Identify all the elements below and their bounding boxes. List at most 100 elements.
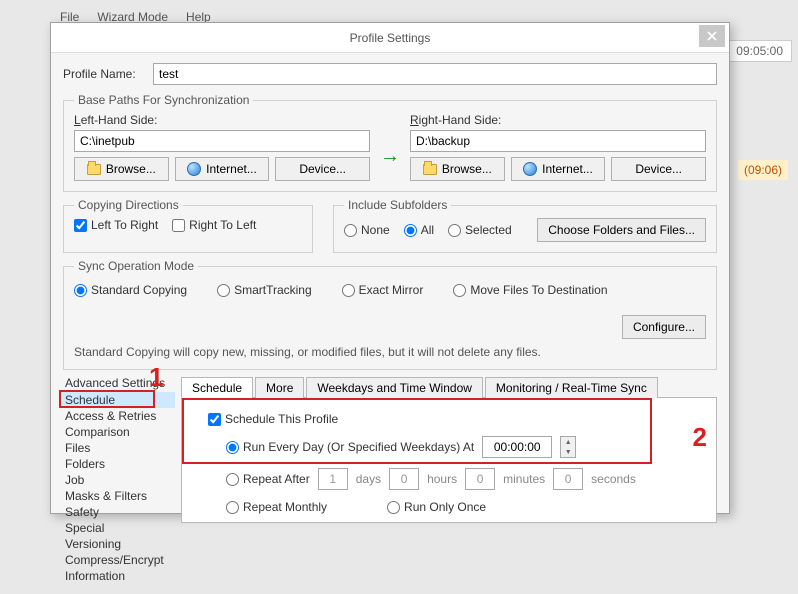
spin-up-icon[interactable]: ▲ xyxy=(561,437,575,447)
bg-clock: 09:05:00 xyxy=(727,40,792,62)
rtl-label: Right To Left xyxy=(189,218,256,232)
configure-button[interactable]: Configure... xyxy=(622,315,706,339)
sync-mode-note: Standard Copying will copy new, missing,… xyxy=(74,345,706,359)
spin-down-icon[interactable]: ▼ xyxy=(561,447,575,457)
schedule-enable-checkbox[interactable]: Schedule This Profile xyxy=(208,412,338,426)
tree-item-access-retries[interactable]: Access & Retries xyxy=(63,408,175,424)
schedule-panel: Schedule This Profile Run Every Day (Or … xyxy=(181,398,717,523)
left-to-right-checkbox[interactable]: Left To Right xyxy=(74,218,158,232)
tree-item-safety[interactable]: Safety xyxy=(63,504,175,520)
run-once-label: Run Only Once xyxy=(404,500,486,514)
tree-item-special[interactable]: Special xyxy=(63,520,175,536)
right-internet-button[interactable]: Internet... xyxy=(511,157,606,181)
include-subfolders-group: Include Subfolders None All Selected Cho… xyxy=(333,198,717,253)
subfolders-all-radio[interactable]: All xyxy=(404,223,434,237)
minutes-unit: minutes xyxy=(503,472,545,486)
tab-schedule[interactable]: Schedule xyxy=(181,377,253,398)
repeat-after-label: Repeat After xyxy=(243,472,310,486)
subfolders-none-radio[interactable]: None xyxy=(344,223,390,237)
schedule-enable-label: Schedule This Profile xyxy=(225,412,338,426)
browse-label: Browse... xyxy=(106,162,156,176)
tree-item-compress-encrypt[interactable]: Compress/Encrypt xyxy=(63,552,175,568)
close-icon xyxy=(707,31,717,41)
tree-item-masks-filters[interactable]: Masks & Filters xyxy=(63,488,175,504)
browse-label: Browse... xyxy=(442,162,492,176)
move-files-radio[interactable]: Move Files To Destination xyxy=(453,283,607,297)
tab-more[interactable]: More xyxy=(255,377,304,398)
days-unit: days xyxy=(356,472,381,486)
tree-item-versioning[interactable]: Versioning xyxy=(63,536,175,552)
dialog-titlebar: Profile Settings xyxy=(51,23,729,53)
copying-directions-group: Copying Directions Left To Right Right T… xyxy=(63,198,313,253)
tree-item-folders[interactable]: Folders xyxy=(63,456,175,472)
repeat-days-input[interactable] xyxy=(318,468,348,490)
ltr-label: Left To Right xyxy=(91,218,158,232)
schedule-tabs: Schedule More Weekdays and Time Window M… xyxy=(181,376,717,398)
selected-label: Selected xyxy=(465,223,512,237)
right-browse-button[interactable]: Browse... xyxy=(410,157,505,181)
bg-log-time: (09:06) xyxy=(738,160,788,180)
folder-icon xyxy=(87,164,101,175)
right-path-input[interactable] xyxy=(410,130,706,152)
repeat-minutes-input[interactable] xyxy=(465,468,495,490)
std-label: Standard Copying xyxy=(91,283,187,297)
sync-mode-group: Sync Operation Mode Standard Copying Sma… xyxy=(63,259,717,370)
settings-tree-header: Advanced Settings xyxy=(63,376,175,392)
settings-tree: Advanced Settings ScheduleAccess & Retri… xyxy=(63,376,175,584)
left-path-input[interactable] xyxy=(74,130,370,152)
copying-directions-legend: Copying Directions xyxy=(74,198,183,212)
internet-label: Internet... xyxy=(206,162,257,176)
globe-icon xyxy=(523,162,537,176)
profile-settings-dialog: Profile Settings Profile Name: Base Path… xyxy=(50,22,730,514)
move-label: Move Files To Destination xyxy=(470,283,607,297)
device-label: Device... xyxy=(635,162,682,176)
tree-item-information[interactable]: Information xyxy=(63,568,175,584)
subfolders-selected-radio[interactable]: Selected xyxy=(448,223,512,237)
smarttracking-radio[interactable]: SmartTracking xyxy=(217,283,312,297)
exact-mirror-radio[interactable]: Exact Mirror xyxy=(342,283,424,297)
run-once-radio[interactable]: Run Only Once xyxy=(387,500,486,514)
repeat-monthly-radio[interactable]: Repeat Monthly xyxy=(226,500,327,514)
arrow-right-icon: → xyxy=(380,145,400,168)
hours-unit: hours xyxy=(427,472,457,486)
all-label: All xyxy=(421,223,434,237)
repeat-seconds-input[interactable] xyxy=(553,468,583,490)
tree-item-schedule[interactable]: Schedule xyxy=(63,392,175,408)
close-button[interactable] xyxy=(699,25,725,47)
tree-item-files[interactable]: Files xyxy=(63,440,175,456)
profile-name-input[interactable] xyxy=(153,63,717,85)
folder-icon xyxy=(423,164,437,175)
left-browse-button[interactable]: Browse... xyxy=(74,157,169,181)
include-subfolders-legend: Include Subfolders xyxy=(344,198,451,212)
tab-monitoring[interactable]: Monitoring / Real-Time Sync xyxy=(485,377,658,398)
device-label: Device... xyxy=(299,162,346,176)
base-paths-legend: Base Paths For Synchronization xyxy=(74,93,253,107)
profile-name-label: Profile Name: xyxy=(63,67,153,81)
smart-label: SmartTracking xyxy=(234,283,312,297)
right-to-left-checkbox[interactable]: Right To Left xyxy=(172,218,256,232)
choose-folders-button[interactable]: Choose Folders and Files... xyxy=(537,218,706,242)
time-spinner[interactable]: ▲▼ xyxy=(560,436,576,458)
right-side-label: Right-Hand Side: xyxy=(410,113,706,127)
globe-icon xyxy=(187,162,201,176)
left-side-label: Left-Hand Side: xyxy=(74,113,370,127)
tree-item-comparison[interactable]: Comparison xyxy=(63,424,175,440)
run-every-day-radio[interactable]: Run Every Day (Or Specified Weekdays) At xyxy=(226,440,474,454)
run-every-day-label: Run Every Day (Or Specified Weekdays) At xyxy=(243,440,474,454)
standard-copying-radio[interactable]: Standard Copying xyxy=(74,283,187,297)
left-device-button[interactable]: Device... xyxy=(275,157,370,181)
tree-item-job[interactable]: Job xyxy=(63,472,175,488)
right-device-button[interactable]: Device... xyxy=(611,157,706,181)
base-paths-group: Base Paths For Synchronization Left-Hand… xyxy=(63,93,717,192)
left-internet-button[interactable]: Internet... xyxy=(175,157,270,181)
repeat-after-radio[interactable]: Repeat After xyxy=(226,472,310,486)
sync-mode-legend: Sync Operation Mode xyxy=(74,259,198,273)
repeat-monthly-label: Repeat Monthly xyxy=(243,500,327,514)
seconds-unit: seconds xyxy=(591,472,636,486)
internet-label: Internet... xyxy=(542,162,593,176)
run-time-input[interactable] xyxy=(482,436,552,458)
tab-weekdays[interactable]: Weekdays and Time Window xyxy=(306,377,483,398)
exact-label: Exact Mirror xyxy=(359,283,424,297)
none-label: None xyxy=(361,223,390,237)
repeat-hours-input[interactable] xyxy=(389,468,419,490)
